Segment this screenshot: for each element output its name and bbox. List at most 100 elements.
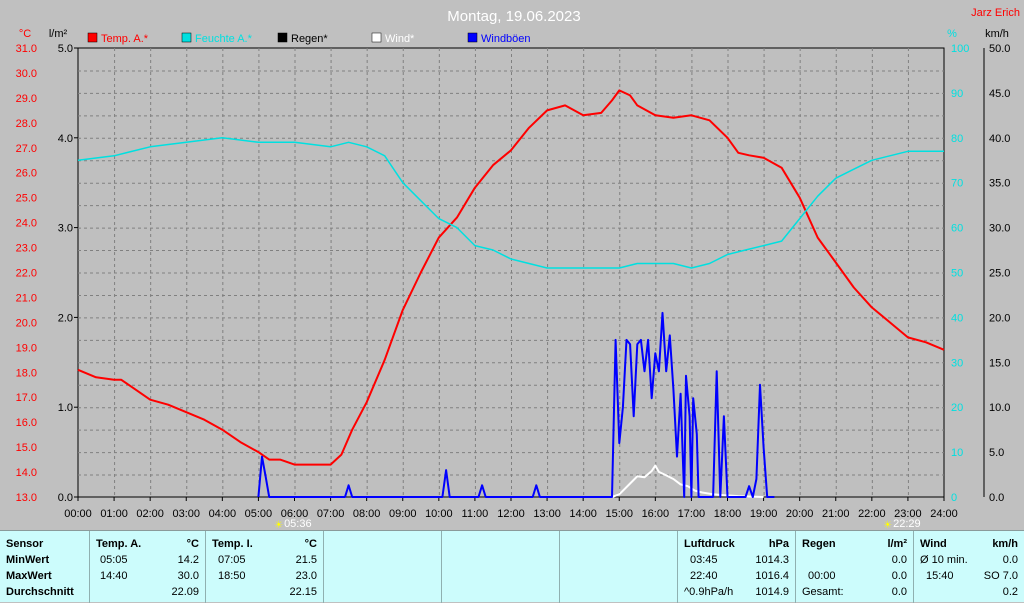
temp-axis-tick-label: 15.0 [16, 442, 37, 454]
regen-total-value: 0.0 [891, 586, 907, 598]
weather-chart: 13.0 14.0 15.0 16.0 17.0 18.0 19.0 20.0 21.0 22.0… [0, 0, 1024, 530]
temp-axis-tick-label: 28.0 [16, 118, 37, 130]
x-axis-tick-label: 10:00 [425, 508, 453, 520]
luftdruck-min-value: 1014.3 [755, 554, 789, 566]
sun-marker-label: 05:36 [284, 518, 312, 530]
wind-avg-label: Ø 10 min. [920, 554, 968, 566]
temp-axis-tick-label: 31.0 [16, 43, 37, 55]
x-axis-tick-label: 14:00 [569, 508, 597, 520]
rain-axis-tick-label: 2.0 [58, 312, 73, 324]
luftdruck-unit: hPa [768, 538, 789, 550]
temp-axis-tick-label: 24.0 [16, 218, 37, 230]
legend-swatch [181, 32, 192, 43]
x-axis-tick-label: 24:00 [930, 508, 958, 520]
wind-axis-tick-label: 5.0 [989, 447, 1004, 459]
row-label-max: MaxWert [6, 570, 52, 582]
wind-axis-tick-label: 10.0 [989, 402, 1010, 414]
stats-luftdruck-column: Luftdruck hPa 03:45 1014.3 22:40 1016.4 ^0.… [678, 531, 796, 603]
humidity-axis-tick-label: 40 [951, 312, 963, 324]
temp-axis-tick-label: 18.0 [16, 367, 37, 379]
wind-avg-value: 0.0 [1002, 554, 1018, 566]
legend-label: Windböen [481, 33, 531, 45]
sensor-header: Sensor [6, 538, 44, 550]
sunrise-icon: ☀ [274, 520, 283, 530]
wind-daily-avg-value: 0.2 [1002, 586, 1018, 598]
temp-axis-tick-label: 22.0 [16, 268, 37, 280]
humidity-axis-tick-label: 10 [951, 447, 963, 459]
luftdruck-avg-value: 1014.9 [755, 586, 789, 598]
rain-axis-tick-label: 4.0 [58, 133, 73, 145]
regen-total-label: Gesamt: [802, 586, 844, 598]
temp-i-header: Temp. I. [212, 538, 253, 550]
row-label-min: MinWert [6, 554, 50, 566]
legend-label: Feuchte A.* [195, 33, 253, 45]
wind-axis-tick-label: 25.0 [989, 268, 1010, 280]
temp-i-min-time: 07:05 [218, 554, 246, 566]
temp-axis-tick-label: 25.0 [16, 193, 37, 205]
row-label-avg: Durchschnitt [6, 586, 74, 598]
temp-axis-tick-label: 23.0 [16, 243, 37, 255]
wind-axis-tick-label: 15.0 [989, 357, 1010, 369]
wind-axis-tick-label: 50.0 [989, 43, 1010, 55]
temp-a-max-value: 30.0 [177, 570, 199, 582]
x-axis-tick-label: 01:00 [100, 508, 128, 520]
x-axis-tick-label: 21:00 [822, 508, 850, 520]
chart-svg: 13.0 14.0 15.0 16.0 17.0 18.0 19.0 20.0 21.0 22.0… [16, 7, 1020, 530]
x-axis-tick-label: 05:00 [245, 508, 273, 520]
humidity-axis-tick-label: 20 [951, 402, 963, 414]
temp-a-max-time: 14:40 [100, 570, 128, 582]
x-axis-tick-label: 07:00 [317, 508, 345, 520]
x-axis-tick-label: 02:00 [136, 508, 164, 520]
humidity-axis-tick-label: 80 [951, 133, 963, 145]
legend-swatch [87, 32, 98, 43]
regen-header: Regen [802, 538, 836, 550]
x-axis-tick-label: 20:00 [786, 508, 814, 520]
rain-axis-tick-label: 1.0 [58, 402, 73, 414]
legend-label: Regen* [291, 33, 328, 45]
sun-marker-label: 22:29 [893, 518, 921, 530]
wind-axis-tick-label: 35.0 [989, 178, 1010, 190]
wind-axis-tick-label: 0.0 [989, 492, 1004, 504]
temp-axis-tick-label: 30.0 [16, 68, 37, 80]
x-axis-tick-label: 17:00 [678, 508, 706, 520]
temp-axis-tick-label: 29.0 [16, 93, 37, 105]
temp-a-unit: °C [186, 538, 199, 550]
temp-a-min-time: 05:05 [100, 554, 128, 566]
luftdruck-trend: ^0.9hPa/h [684, 586, 734, 598]
temp-i-unit: °C [304, 538, 317, 550]
rain-axis-tick-label: 0.0 [58, 492, 73, 504]
wind-max-value: SO 7.0 [983, 570, 1018, 582]
temp-axis-tick-label: 20.0 [16, 317, 37, 329]
x-axis-tick-label: 04:00 [209, 508, 237, 520]
wind-header: Wind [920, 538, 947, 550]
humidity-axis-tick-label: 30 [951, 357, 963, 369]
temp-axis-tick-label: 21.0 [16, 292, 37, 304]
x-axis-tick-label: 13:00 [533, 508, 561, 520]
luftdruck-max-value: 1016.4 [755, 570, 789, 582]
wind-unit: km/h [992, 538, 1018, 550]
legend-swatch [467, 32, 478, 43]
humidity-axis-tick-label: 0 [951, 492, 957, 504]
wind-unit-label: km/h [985, 28, 1009, 40]
regen-max-time: 00:00 [808, 570, 836, 582]
luftdruck-max-time: 22:40 [690, 570, 718, 582]
x-axis-tick-label: 03:00 [172, 508, 200, 520]
wind-max-time: 15:40 [926, 570, 954, 582]
x-axis-tick-label: 16:00 [642, 508, 670, 520]
stats-empty-column-1 [324, 531, 442, 603]
temp-axis-tick-label: 26.0 [16, 168, 37, 180]
stats-panel: Sensor MinWert MaxWert Durchschnitt Temp… [0, 530, 1024, 603]
humidity-unit-label: % [947, 28, 957, 40]
temp-unit-label: °C [19, 28, 31, 40]
regen-current-value: 0.0 [891, 554, 907, 566]
temp-axis-tick-label: 17.0 [16, 392, 37, 404]
x-axis-tick-label: 22:00 [858, 508, 886, 520]
humidity-axis-tick-label: 70 [951, 178, 963, 190]
temp-axis-tick-label: 13.0 [16, 492, 37, 504]
wind-axis-tick-label: 20.0 [989, 312, 1010, 324]
temp-a-min-value: 14.2 [177, 554, 199, 566]
x-axis-tick-label: 00:00 [64, 508, 92, 520]
legend-label: Wind* [385, 33, 415, 45]
humidity-axis-tick-label: 50 [951, 268, 963, 280]
wind-axis-tick-label: 45.0 [989, 88, 1010, 100]
